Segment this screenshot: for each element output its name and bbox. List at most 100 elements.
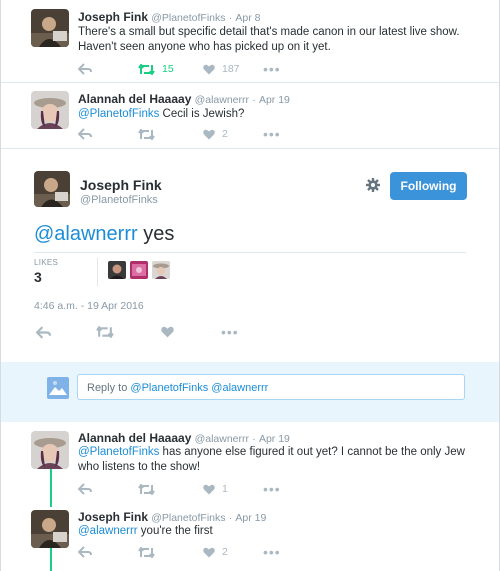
tweet-text: @alawnerrr yes xyxy=(34,223,174,246)
more-icon: ••• xyxy=(263,61,281,77)
reply-prefix: Reply to xyxy=(87,382,131,394)
avatar[interactable] xyxy=(31,91,69,129)
retweet-button[interactable] xyxy=(138,544,155,560)
author-screen-name[interactable]: @PlanetofFinks xyxy=(151,512,225,524)
tweet-text: @alawnerrr you're the first xyxy=(78,524,478,539)
author-name[interactable]: Alannah del Haaaay xyxy=(78,431,191,445)
author-name[interactable]: Alannah del Haaaay xyxy=(78,92,191,106)
tweet-above-2[interactable]: Alannah del Haaaay @alawnerrr · Apr 19 @… xyxy=(1,82,499,149)
tweet-header: Alannah del Haaaay @alawnerrr · Apr 19 xyxy=(78,92,290,106)
more-button[interactable]: ••• xyxy=(221,324,239,340)
retweet-button[interactable]: 15 xyxy=(138,61,174,77)
reply-icon xyxy=(36,325,51,339)
author-screen-name[interactable]: @PlanetofFinks xyxy=(151,12,225,24)
more-icon: ••• xyxy=(263,481,281,497)
more-button[interactable]: ••• xyxy=(263,544,281,560)
retweet-icon xyxy=(138,63,155,75)
avatar[interactable] xyxy=(34,171,70,207)
tweet-timestamp[interactable]: 4:46 a.m. - 19 Apr 2016 xyxy=(34,300,144,312)
own-avatar[interactable] xyxy=(47,377,69,399)
tweet-header: Alannah del Haaaay @alawnerrr · Apr 19 xyxy=(78,431,290,445)
tweet-date[interactable]: Apr 19 xyxy=(259,433,290,445)
liker-avatar[interactable] xyxy=(130,261,148,279)
tweet-header: Joseph Fink @PlanetofFinks · Apr 8 xyxy=(78,10,261,24)
like-count: 2 xyxy=(222,546,228,558)
like-button[interactable]: 2 xyxy=(203,126,228,142)
reply-button[interactable] xyxy=(78,126,92,142)
retweet-count: 15 xyxy=(162,63,174,75)
reply-box: Reply to @PlanetofFinks @alawnerrr xyxy=(1,362,499,422)
more-button[interactable]: ••• xyxy=(263,126,281,142)
tweet-text: @PlanetofFinks has anyone else figured i… xyxy=(78,445,478,475)
likes-count: 3 xyxy=(34,269,42,285)
separator: · xyxy=(252,94,256,106)
reply-tweet-2[interactable]: Joseph Fink @PlanetofFinks · Apr 19 @ala… xyxy=(1,506,499,571)
heart-icon xyxy=(203,129,215,139)
mention-link[interactable]: @PlanetofFinks xyxy=(78,108,159,120)
more-button[interactable]: ••• xyxy=(263,61,281,77)
tweet-text-body: yes xyxy=(137,223,175,245)
tweet-actions: 1 ••• xyxy=(78,481,288,497)
liker-avatar[interactable] xyxy=(108,261,126,279)
more-icon: ••• xyxy=(263,126,281,142)
reply-button[interactable] xyxy=(36,324,51,340)
tweet-above-1[interactable]: Joseph Fink @PlanetofFinks · Apr 8 There… xyxy=(1,0,499,83)
retweet-button[interactable] xyxy=(138,126,155,142)
tweet-actions: 15 187 ••• xyxy=(78,61,288,77)
author-screen-name[interactable]: @alawnerrr xyxy=(195,433,249,445)
more-button[interactable]: ••• xyxy=(263,481,281,497)
reply-icon xyxy=(78,128,92,140)
mention-link[interactable]: @alawnerrr xyxy=(34,223,138,245)
likes-divider xyxy=(97,258,98,286)
likes-label: LIKES xyxy=(34,258,59,267)
separator: · xyxy=(228,12,233,24)
like-button[interactable]: 1 xyxy=(203,481,228,497)
like-count: 1 xyxy=(222,483,228,495)
tweet-date[interactable]: Apr 8 xyxy=(235,12,260,24)
reply-button[interactable] xyxy=(78,481,92,497)
author-name[interactable]: Joseph Fink xyxy=(80,177,162,193)
heart-icon xyxy=(203,64,215,74)
reply-button[interactable] xyxy=(78,544,92,560)
separator: · xyxy=(228,512,233,524)
gear-icon xyxy=(366,178,380,192)
reply-input[interactable]: Reply to @PlanetofFinks @alawnerrr xyxy=(77,374,465,400)
reply-button[interactable] xyxy=(78,61,92,77)
mention-link[interactable]: @alawnerrr xyxy=(78,525,138,537)
reply-mentions: @PlanetofFinks @alawnerrr xyxy=(130,382,269,394)
tweet-text: There's a small but specific detail that… xyxy=(78,26,460,53)
user-settings-button[interactable] xyxy=(365,177,381,193)
liker-avatar[interactable] xyxy=(152,261,170,279)
retweet-icon xyxy=(96,326,114,338)
separator: · xyxy=(252,433,256,445)
tweet-conversation-frame: Joseph Fink @PlanetofFinks · Apr 8 There… xyxy=(0,0,500,571)
heart-icon xyxy=(161,326,174,338)
author-screen-name[interactable]: @alawnerrr xyxy=(195,94,249,106)
tweet-actions: 2 ••• xyxy=(78,544,288,560)
reply-tweet-1[interactable]: Alannah del Haaaay @alawnerrr · Apr 19 @… xyxy=(1,424,499,506)
more-icon: ••• xyxy=(221,324,239,340)
author-screen-name[interactable]: @PlanetofFinks xyxy=(80,194,158,206)
like-button[interactable]: 187 xyxy=(203,61,240,77)
tweet-text: @PlanetofFinks Cecil is Jewish? xyxy=(78,107,478,122)
like-button[interactable] xyxy=(161,324,174,340)
author-name[interactable]: Joseph Fink xyxy=(78,10,148,24)
avatar[interactable] xyxy=(31,431,69,469)
retweet-button[interactable] xyxy=(96,324,114,340)
retweet-icon xyxy=(138,128,155,140)
stats-divider xyxy=(34,252,466,253)
avatar[interactable] xyxy=(31,9,69,47)
like-button[interactable]: 2 xyxy=(203,544,228,560)
mention-link[interactable]: @PlanetofFinks xyxy=(78,446,159,458)
retweet-button[interactable] xyxy=(138,481,155,497)
author-name[interactable]: Joseph Fink xyxy=(78,510,148,524)
retweet-icon xyxy=(138,483,155,495)
reply-icon xyxy=(78,63,92,75)
reply-icon xyxy=(78,546,92,558)
following-button[interactable]: Following xyxy=(390,172,467,200)
tweet-date[interactable]: Apr 19 xyxy=(235,512,266,524)
tweet-date[interactable]: Apr 19 xyxy=(259,94,290,106)
likes-stat[interactable]: LIKES 3 xyxy=(34,258,58,285)
avatar[interactable] xyxy=(31,510,69,548)
more-icon: ••• xyxy=(263,544,281,560)
